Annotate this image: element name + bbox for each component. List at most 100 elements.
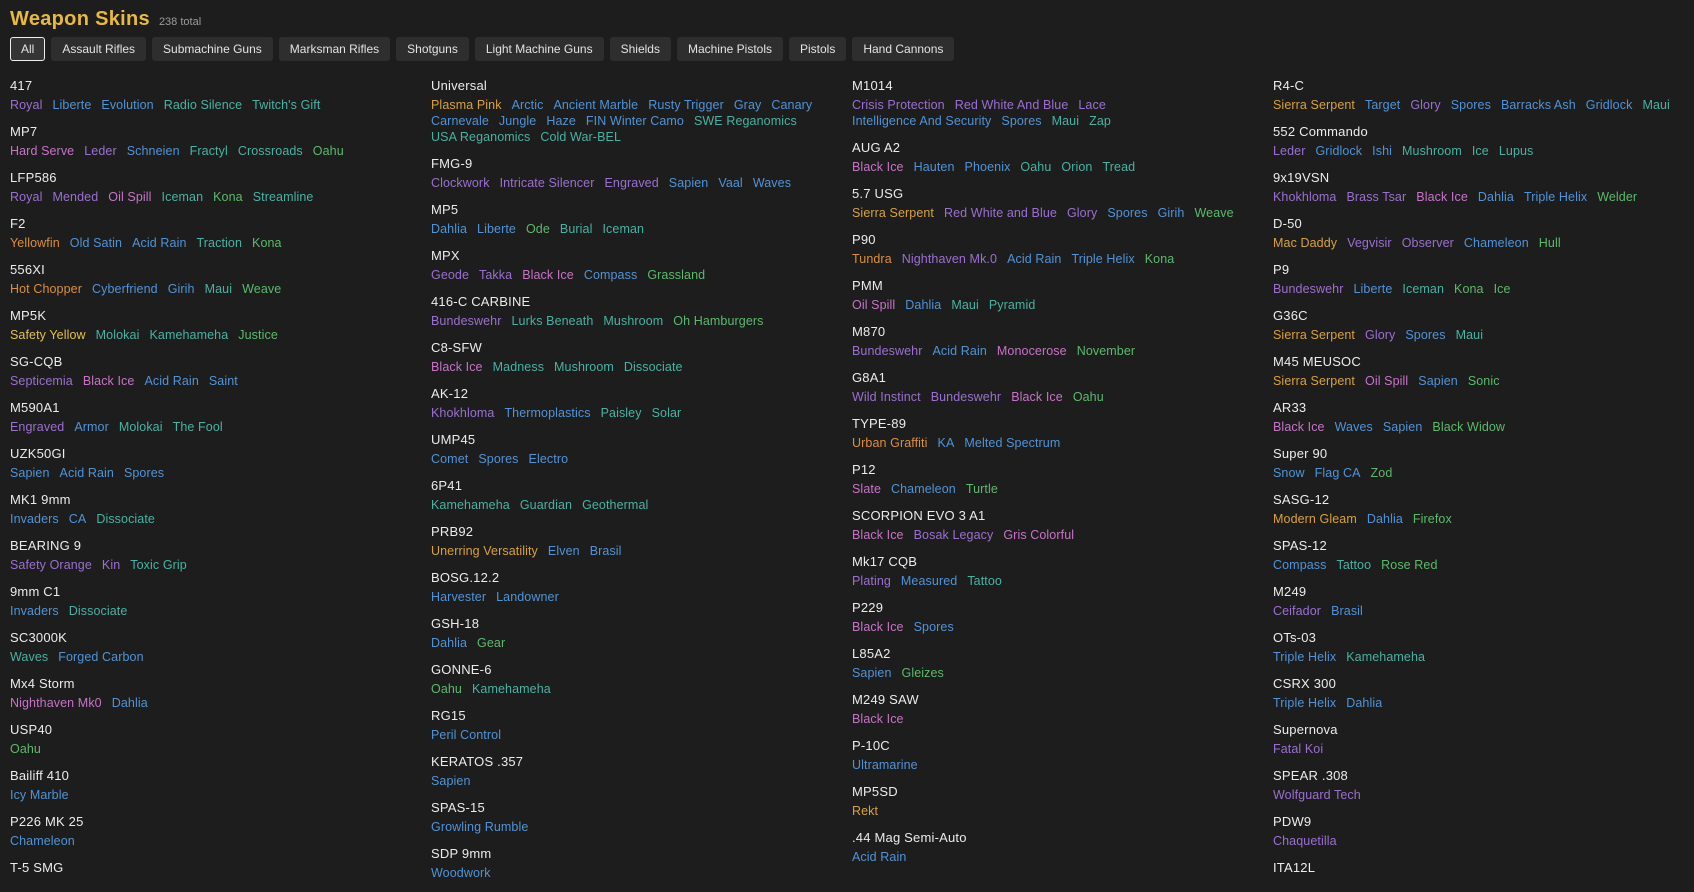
skin-tag[interactable]: Guardian xyxy=(520,497,572,513)
skin-tag[interactable]: Dahlia xyxy=(1478,189,1514,205)
skin-tag[interactable]: Wolfguard Tech xyxy=(1273,787,1361,803)
skin-tag[interactable]: Cold War-BEL xyxy=(540,129,621,145)
skin-tag[interactable]: Landowner xyxy=(496,589,559,605)
skin-tag[interactable]: Kona xyxy=(1454,281,1484,297)
skin-tag[interactable]: Dahlia xyxy=(1367,511,1403,527)
skin-tag[interactable]: Oahu xyxy=(313,143,344,159)
skin-tag[interactable]: Kona xyxy=(1145,251,1175,267)
skin-tag[interactable]: Lace xyxy=(1078,97,1106,113)
skin-tag[interactable]: Maui xyxy=(951,297,979,313)
skin-tag[interactable]: Oil Spill xyxy=(1365,373,1408,389)
skin-tag[interactable]: Girih xyxy=(1158,205,1185,221)
skin-tag[interactable]: Sierra Serpent xyxy=(1273,327,1355,343)
skin-tag[interactable]: Black Ice xyxy=(852,527,904,543)
skin-tag[interactable]: Chameleon xyxy=(10,833,75,849)
skin-tag[interactable]: Kona xyxy=(252,235,282,251)
skin-tag[interactable]: Electro xyxy=(529,451,569,467)
skin-tag[interactable]: Dissociate xyxy=(624,359,683,375)
skin-tag[interactable]: Engraved xyxy=(604,175,658,191)
skin-tag[interactable]: Red White And Blue xyxy=(955,97,1069,113)
skin-tag[interactable]: Waves xyxy=(1335,419,1373,435)
skin-tag[interactable]: Sonic xyxy=(1468,373,1500,389)
skin-tag[interactable]: Melted Spectrum xyxy=(964,435,1060,451)
skin-tag[interactable]: Saint xyxy=(209,373,238,389)
skin-tag[interactable]: Vegvisir xyxy=(1347,235,1392,251)
skin-tag[interactable]: Maui xyxy=(1642,97,1670,113)
skin-tag[interactable]: Arctic xyxy=(512,97,544,113)
skin-tag[interactable]: Gridlock xyxy=(1586,97,1633,113)
skin-tag[interactable]: Oahu xyxy=(1020,159,1051,175)
skin-tag[interactable]: Wild Instinct xyxy=(852,389,921,405)
skin-tag[interactable]: Waves xyxy=(753,175,791,191)
skin-tag[interactable]: Thermoplastics xyxy=(504,405,590,421)
skin-tag[interactable]: Sapien xyxy=(431,773,471,789)
skin-tag[interactable]: Iceman xyxy=(162,189,204,205)
skin-tag[interactable]: Liberte xyxy=(477,221,516,237)
skin-tag[interactable]: Intricate Silencer xyxy=(500,175,595,191)
skin-tag[interactable]: Chaquetilla xyxy=(1273,833,1337,849)
skin-tag[interactable]: Streamline xyxy=(253,189,314,205)
skin-tag[interactable]: Safety Orange xyxy=(10,557,92,573)
skin-tag[interactable]: Old Satin xyxy=(70,235,122,251)
skin-tag[interactable]: Royal xyxy=(10,189,42,205)
skin-tag[interactable]: Spores xyxy=(1405,327,1445,343)
skin-tag[interactable]: Ancient Marble xyxy=(553,97,638,113)
tab-light-machine-guns[interactable]: Light Machine Guns xyxy=(475,37,604,61)
skin-tag[interactable]: Girih xyxy=(168,281,195,297)
skin-tag[interactable]: Acid Rain xyxy=(933,343,987,359)
skin-tag[interactable]: Kin xyxy=(102,557,120,573)
skin-tag[interactable]: Safety Yellow xyxy=(10,327,86,343)
skin-tag[interactable]: Vaal xyxy=(718,175,743,191)
skin-tag[interactable]: Bundeswehr xyxy=(852,343,923,359)
skin-tag[interactable]: Sapien xyxy=(1418,373,1458,389)
skin-tag[interactable]: Lupus xyxy=(1499,143,1534,159)
skin-tag[interactable]: Triple Helix xyxy=(1273,695,1336,711)
tab-shields[interactable]: Shields xyxy=(610,37,671,61)
skin-tag[interactable]: Gridlock xyxy=(1315,143,1362,159)
tab-marksman-rifles[interactable]: Marksman Rifles xyxy=(279,37,390,61)
skin-tag[interactable]: Observer xyxy=(1402,235,1454,251)
skin-tag[interactable]: Toxic Grip xyxy=(130,557,187,573)
skin-tag[interactable]: Glory xyxy=(1410,97,1440,113)
skin-tag[interactable]: Waves xyxy=(10,649,48,665)
skin-tag[interactable]: Maui xyxy=(205,281,233,297)
skin-tag[interactable]: Welder xyxy=(1597,189,1637,205)
skin-tag[interactable]: Comet xyxy=(431,451,468,467)
skin-tag[interactable]: Turtle xyxy=(966,481,998,497)
skin-tag[interactable]: Fractyl xyxy=(190,143,228,159)
skin-tag[interactable]: Compass xyxy=(1273,557,1327,573)
skin-tag[interactable]: Compass xyxy=(584,267,638,283)
skin-tag[interactable]: Armor xyxy=(74,419,109,435)
skin-tag[interactable]: Acid Rain xyxy=(60,465,114,481)
skin-tag[interactable]: Dissociate xyxy=(69,603,128,619)
skin-tag[interactable]: Acid Rain xyxy=(132,235,186,251)
skin-tag[interactable]: Glory xyxy=(1067,205,1097,221)
skin-tag[interactable]: Spores xyxy=(1001,113,1041,129)
skin-tag[interactable]: Black Ice xyxy=(83,373,135,389)
skin-tag[interactable]: Weave xyxy=(1194,205,1233,221)
skin-tag[interactable]: Oil Spill xyxy=(852,297,895,313)
skin-tag[interactable]: Maui xyxy=(1052,113,1080,129)
skin-tag[interactable]: Rose Red xyxy=(1381,557,1437,573)
skin-tag[interactable]: Weave xyxy=(242,281,281,297)
skin-tag[interactable]: Snow xyxy=(1273,465,1305,481)
skin-tag[interactable]: Plating xyxy=(852,573,891,589)
skin-tag[interactable]: Dahlia xyxy=(1346,695,1382,711)
skin-tag[interactable]: Zap xyxy=(1089,113,1111,129)
skin-tag[interactable]: Tattoo xyxy=(1337,557,1372,573)
skin-tag[interactable]: Bosak Legacy xyxy=(914,527,994,543)
tab-submachine-guns[interactable]: Submachine Guns xyxy=(152,37,273,61)
skin-tag[interactable]: Crossroads xyxy=(238,143,303,159)
skin-tag[interactable]: Spores xyxy=(1107,205,1147,221)
skin-tag[interactable]: November xyxy=(1077,343,1135,359)
skin-tag[interactable]: Fatal Koi xyxy=(1273,741,1323,757)
skin-tag[interactable]: Kona xyxy=(213,189,243,205)
skin-tag[interactable]: Barracks Ash xyxy=(1501,97,1576,113)
skin-tag[interactable]: Yellowfin xyxy=(10,235,60,251)
skin-tag[interactable]: KA xyxy=(938,435,955,451)
skin-tag[interactable]: FIN Winter Camo xyxy=(586,113,684,129)
skin-tag[interactable]: Haze xyxy=(546,113,576,129)
skin-tag[interactable]: Spores xyxy=(1451,97,1491,113)
skin-tag[interactable]: Mushroom xyxy=(554,359,614,375)
skin-tag[interactable]: Brasil xyxy=(590,543,622,559)
